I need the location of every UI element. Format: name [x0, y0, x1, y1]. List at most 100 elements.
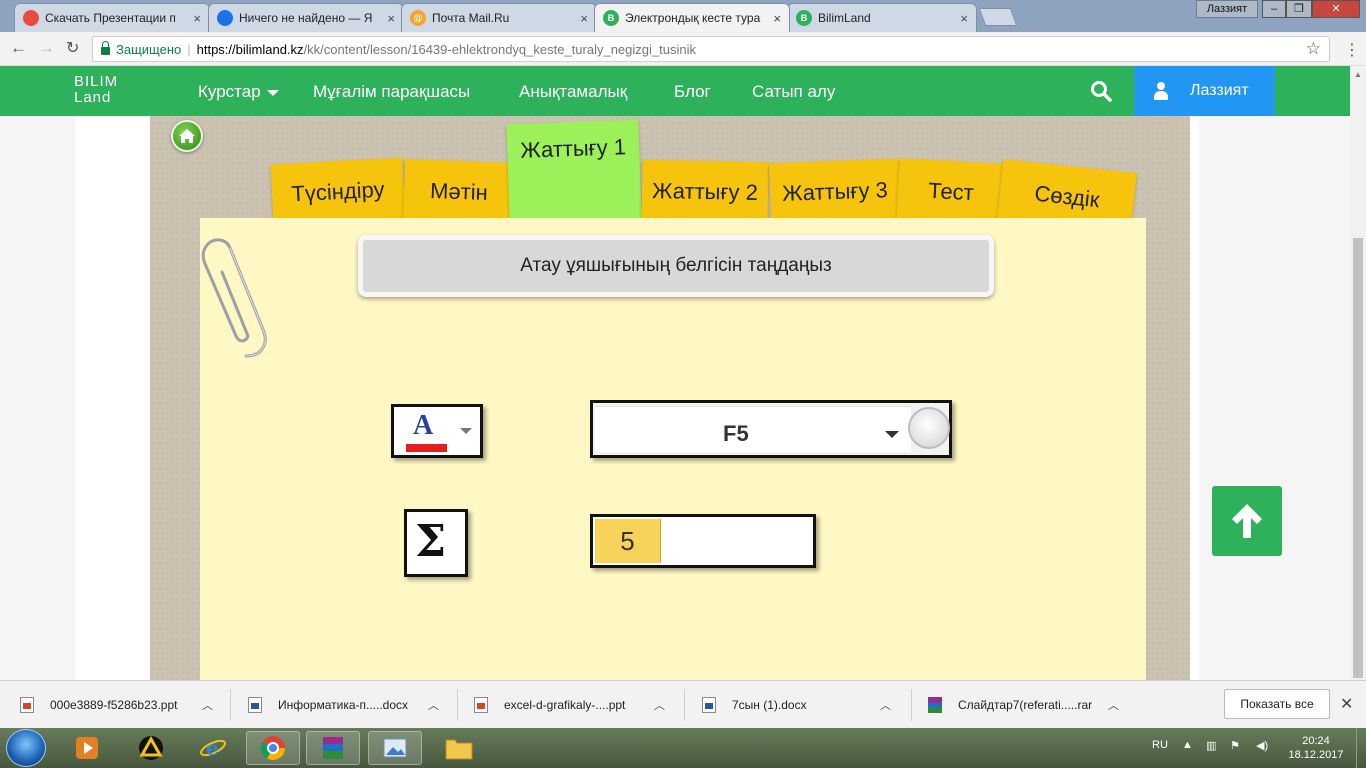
bilimland-favicon-icon: B [796, 10, 812, 26]
home-button[interactable] [171, 120, 203, 152]
tray-expand-icon[interactable]: ▲ [1182, 739, 1193, 751]
close-tab-icon[interactable]: × [387, 11, 395, 26]
user-menu-button[interactable]: Лаззият [1134, 66, 1275, 116]
url-input[interactable]: Защищено | https://bilimland.kz/kk/conte… [92, 36, 1330, 62]
chevron-down-icon [266, 89, 279, 96]
tab-title: Ничего не найдено — Я [239, 11, 373, 25]
file-explorer-icon[interactable] [432, 731, 486, 765]
scroll-up-icon[interactable]: ▲ [1354, 70, 1362, 79]
page-scrollbar[interactable]: ▲ [1350, 66, 1366, 680]
download-item[interactable]: 7сын (1).docx ︿ [702, 681, 902, 729]
browser-tab-2[interactable]: Ничего не найдено — Я × [208, 3, 404, 32]
language-indicator[interactable]: RU [1152, 739, 1168, 751]
font-color-option[interactable]: A [391, 404, 483, 458]
nav-reference[interactable]: Анықтамалық [519, 82, 627, 102]
bilimland-favicon-icon: B [603, 10, 619, 26]
download-item[interactable]: Информатика-п.....docx ︿ [248, 681, 448, 729]
bilimland-logo[interactable]: BILIM Land [74, 74, 118, 106]
chevron-up-icon[interactable]: ︿ [428, 697, 439, 713]
tab-exercise-3[interactable]: Жаттығу 3 [768, 158, 902, 226]
web-page: BILIM Land Курстар Мұғалім парақшасы Аны… [0, 66, 1350, 680]
start-button[interactable] [6, 729, 46, 767]
browser-tab-1[interactable]: Скачать Презентации п × [14, 3, 210, 32]
daemon-tools-icon[interactable] [124, 731, 178, 765]
question-banner: Атау ұяшығының белгісін таңдаңыз [358, 235, 994, 297]
close-tab-icon[interactable]: × [193, 11, 201, 26]
yandex-favicon-icon [217, 10, 233, 26]
secure-label: Защищено [116, 41, 182, 57]
new-tab-button[interactable] [978, 8, 1018, 26]
volume-icon[interactable]: ◀) [1256, 739, 1268, 752]
download-shelf: 000e3889-f5286b23.ppt ︿ Информатика-п...… [0, 680, 1366, 728]
browser-tab-5[interactable]: B BilimLand × [787, 3, 977, 32]
show-all-downloads-button[interactable]: Показать все [1224, 689, 1330, 719]
scrollbar-thumb[interactable] [1353, 238, 1363, 678]
media-player-icon[interactable] [60, 731, 114, 765]
clock[interactable]: 20:24 18.12.2017 [1286, 734, 1346, 762]
tab-exercise-1[interactable]: Жаттығу 1 [506, 119, 642, 225]
show-desktop-button[interactable] [1356, 728, 1366, 768]
tab-title: Скачать Презентации п [45, 11, 176, 25]
back-icon[interactable]: ← [10, 38, 27, 58]
profile-button[interactable]: Лаззият [1196, 0, 1258, 18]
close-window-icon[interactable]: ✕ [1312, 0, 1360, 18]
font-color-letter: A [413, 410, 434, 441]
tab-text[interactable]: Мәтін [402, 159, 516, 225]
cell-value: 5 [595, 519, 661, 563]
download-item[interactable]: excel-d-grafikaly-....ppt ︿ [474, 681, 674, 729]
bookmark-star-icon[interactable]: ☆ [1306, 39, 1321, 59]
download-item[interactable]: Слайдтар7(referati.....rar ︿ [928, 681, 1136, 729]
home-icon [179, 129, 195, 143]
tab-test[interactable]: Тест [896, 158, 1006, 226]
chrome-icon[interactable] [246, 731, 300, 765]
action-center-icon[interactable]: ⚑ [1230, 739, 1240, 752]
browser-tab-4[interactable]: B Электрондық кесте тура × [594, 3, 790, 32]
word-file-icon [248, 697, 262, 713]
round-knob-icon [908, 407, 950, 449]
close-icon[interactable]: ✕ [1340, 694, 1353, 714]
network-icon[interactable]: ▥ [1206, 739, 1216, 752]
reload-icon[interactable]: ↻ [66, 38, 79, 58]
chevron-up-icon[interactable]: ︿ [654, 697, 665, 713]
chevron-up-icon[interactable]: ︿ [1108, 697, 1119, 713]
mail-favicon-icon: @ [410, 10, 426, 26]
dropdown-arrow-icon [460, 428, 472, 434]
name-box-option[interactable]: F5 [590, 400, 952, 458]
tab-explanation[interactable]: Түсіндіру [270, 157, 406, 227]
scroll-to-top-button[interactable] [1212, 486, 1282, 556]
internet-explorer-icon[interactable]: e [186, 731, 240, 765]
close-tab-icon[interactable]: × [960, 11, 968, 26]
close-tab-icon[interactable]: × [773, 11, 781, 26]
search-icon[interactable] [1090, 80, 1112, 102]
winrar-icon[interactable] [306, 731, 360, 765]
name-box-value: F5 [723, 421, 749, 446]
autosum-option[interactable]: Σ [404, 509, 468, 577]
cell-option[interactable]: 5 [590, 514, 816, 568]
browser-tab-3[interactable]: @ Почта Mail.Ru × [401, 3, 597, 32]
browser-tab-strip: Скачать Презентации п × Ничего не найден… [0, 0, 1366, 32]
site-navbar: BILIM Land Курстар Мұғалім парақшасы Аны… [0, 66, 1350, 116]
picture-viewer-icon[interactable] [368, 731, 422, 765]
minimize-icon[interactable]: – [1262, 0, 1286, 18]
close-tab-icon[interactable]: × [580, 11, 588, 26]
tab-exercise-2[interactable]: Жаттығу 2 [641, 159, 769, 225]
arrow-up-icon [1232, 504, 1262, 538]
sigma-icon: Σ [415, 516, 447, 567]
maximize-icon[interactable]: ❐ [1286, 0, 1312, 18]
svg-text:e: e [206, 736, 219, 760]
windows-taskbar: e RU ▲ ▥ ⚑ ◀) 20:24 18.12.2017 [0, 728, 1366, 768]
url-host: https://bilimland.kz [196, 41, 304, 57]
lock-icon [101, 41, 110, 55]
nav-teacher-page[interactable]: Мұғалім парақшасы [313, 82, 470, 102]
chevron-up-icon[interactable]: ︿ [880, 697, 891, 713]
nav-courses[interactable]: Курстар [198, 82, 279, 102]
download-item[interactable]: 000e3889-f5286b23.ppt ︿ [20, 681, 220, 729]
archive-file-icon [928, 697, 942, 713]
nav-blog[interactable]: Блог [674, 82, 711, 102]
nav-buy[interactable]: Сатып алу [752, 82, 835, 102]
browser-menu-icon[interactable]: ⋮ [1344, 40, 1360, 60]
paperclip-icon [201, 238, 267, 358]
url-path: /kk/content/lesson/16439-ehlektrondyq_ke… [303, 41, 696, 57]
forward-icon[interactable]: → [38, 38, 55, 58]
chevron-up-icon[interactable]: ︿ [202, 697, 213, 713]
